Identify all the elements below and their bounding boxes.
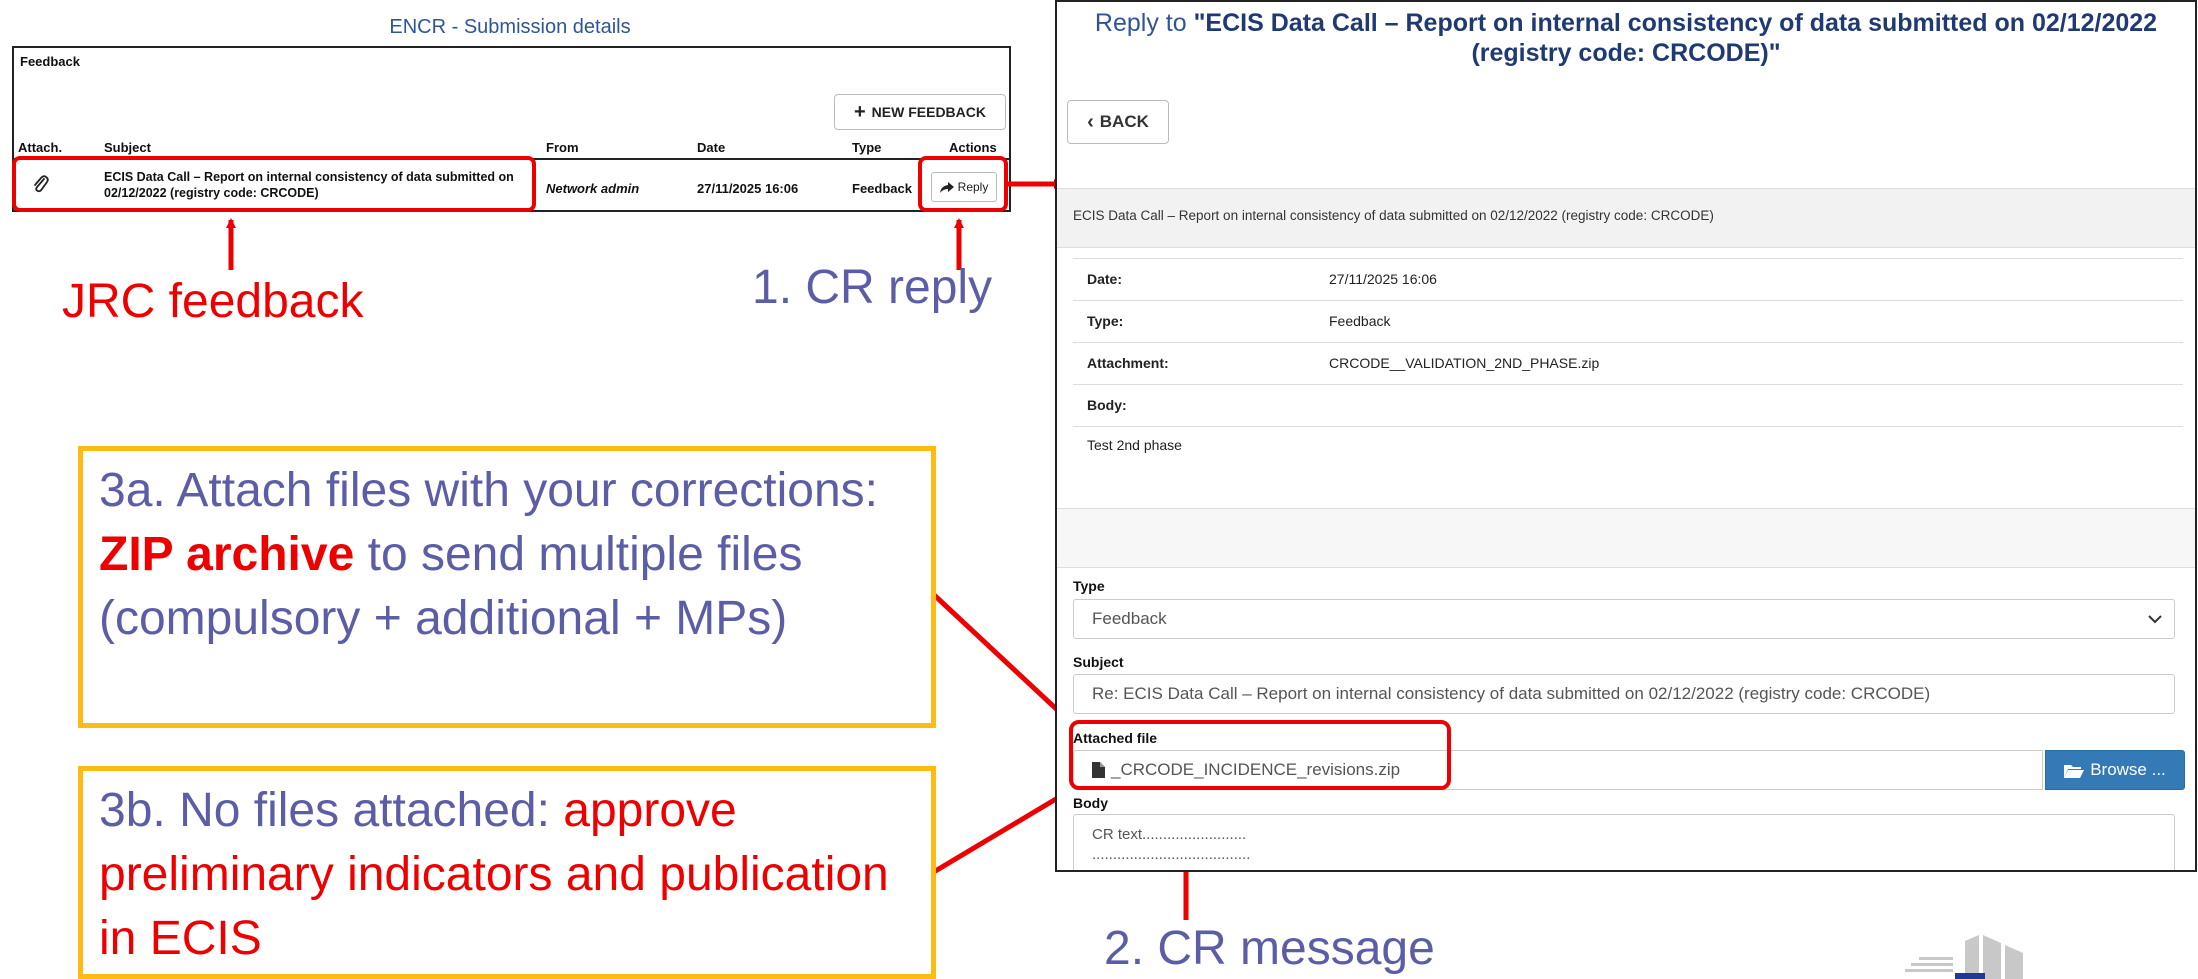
message-body: Test 2nd phase [1087, 437, 1182, 453]
meta-attachment-link[interactable]: CRCODE__VALIDATION_2ND_PHASE.zip [1329, 355, 1599, 371]
browse-label: Browse ... [2090, 760, 2166, 779]
meta-divider [1073, 426, 2183, 427]
subject-label: Subject [1073, 654, 1124, 670]
reply-title: Reply to "ECIS Data Call – Report on int… [1057, 8, 2195, 68]
chevron-left-icon: ‹ [1087, 111, 1094, 133]
meta-body-label: Body: [1087, 397, 1127, 413]
reply-title-subject: "ECIS Data Call – Report on internal con… [1193, 9, 2158, 67]
message-subject: ECIS Data Call – Report on internal cons… [1073, 208, 1714, 223]
type-select[interactable]: Feedback [1073, 599, 2175, 639]
meta-type-value: Feedback [1329, 313, 1391, 329]
arrow-3b [930, 790, 1068, 876]
reply-title-prefix: Reply to [1094, 9, 1194, 37]
meta-divider [1073, 384, 2183, 385]
section-separator [1057, 508, 2195, 568]
meta-divider [1073, 300, 2183, 301]
meta-date-label: Date: [1087, 271, 1123, 287]
cr-message-callout: 2. CR message [1104, 922, 1435, 975]
european-commission-logo [1905, 935, 2023, 979]
meta-divider [1073, 342, 2183, 343]
type-label: Type [1073, 578, 1105, 594]
subject-input-value: Re: ECIS Data Call – Report on internal … [1092, 684, 1931, 703]
callout-3b: 3b. No files attached: approve prelimina… [78, 766, 936, 979]
callout-3a: 3a. Attach files with your corrections: … [78, 446, 936, 728]
attached-file-highlight [1069, 720, 1451, 790]
subject-input[interactable]: Re: ECIS Data Call – Report on internal … [1073, 674, 2175, 714]
meta-date-value: 27/11/2025 16:06 [1329, 271, 1437, 287]
meta-type-label: Type: [1087, 313, 1124, 329]
message-subject-band: ECIS Data Call – Report on internal cons… [1057, 188, 2195, 248]
back-label: BACK [1099, 112, 1149, 131]
body-label: Body [1073, 795, 1108, 811]
body-line-1: CR text......................... [1092, 826, 1247, 843]
browse-button[interactable]: Browse ... [2045, 750, 2185, 790]
chevron-down-icon [2148, 614, 2162, 623]
meta-attachment-label: Attachment: [1087, 355, 1169, 371]
jrc-feedback-callout: JRC feedback [62, 275, 364, 328]
body-textarea[interactable]: CR text......................... .......… [1073, 814, 2175, 870]
back-button[interactable]: ‹ BACK [1067, 100, 1169, 144]
body-line-2: ...................................... [1092, 846, 1251, 863]
callout-3a-highlight: ZIP archive [99, 528, 355, 581]
callout-3a-text-1: 3a. Attach files with your corrections: [99, 464, 879, 517]
type-select-value: Feedback [1092, 609, 1167, 628]
folder-open-icon [2064, 764, 2085, 778]
meta-divider [1073, 258, 2183, 259]
arrow-3a [930, 591, 1068, 720]
callout-3b-text-1: 3b. No files attached: [99, 784, 564, 837]
cr-reply-callout: 1. CR reply [752, 261, 993, 314]
